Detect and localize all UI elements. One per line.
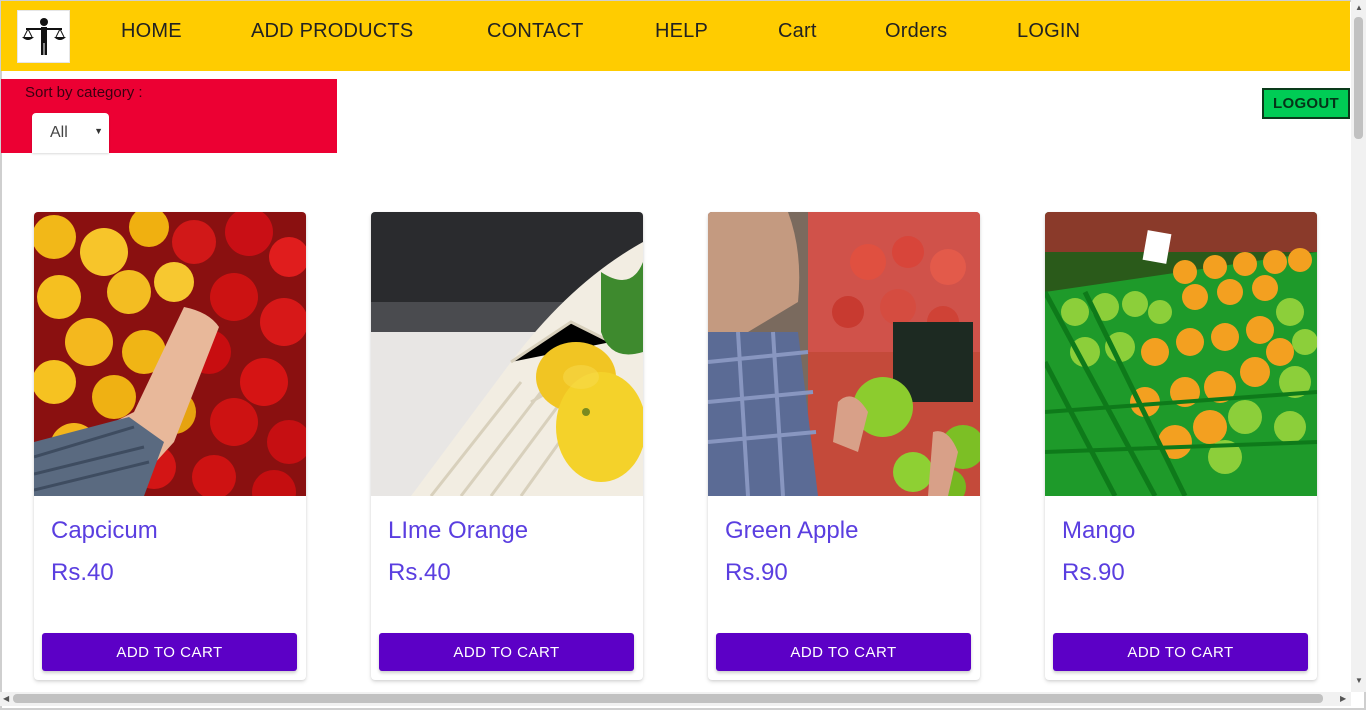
scroll-down-icon[interactable]: ▼ xyxy=(1355,676,1363,685)
scroll-right-icon[interactable]: ▶ xyxy=(1340,694,1346,703)
dropdown-caret-icon: ▼ xyxy=(94,126,103,136)
product-price: Rs.40 xyxy=(388,559,451,586)
product-name: Green Apple xyxy=(725,517,859,544)
add-to-cart-button[interactable]: ADD TO CART xyxy=(1053,633,1308,671)
nav-cart[interactable]: Cart xyxy=(778,20,817,43)
product-image-lime-orange xyxy=(371,212,643,496)
vertical-scrollbar[interactable]: ▲ ▼ xyxy=(1351,0,1366,692)
product-price: Rs.90 xyxy=(1062,559,1125,586)
nav-login[interactable]: LOGIN xyxy=(1017,20,1080,43)
category-selected-value: All xyxy=(50,124,68,141)
nav-help[interactable]: HELP xyxy=(655,20,708,43)
product-image-capsicum xyxy=(34,212,306,496)
product-name: LIme Orange xyxy=(388,517,529,544)
product-image-mango xyxy=(1045,212,1317,496)
top-navbar: HOME ADD PRODUCTS CONTACT HELP Cart Orde… xyxy=(1,1,1350,71)
product-card: LIme Orange Rs.40 ADD TO CART xyxy=(371,212,643,680)
category-select[interactable]: All ▼ xyxy=(32,113,109,153)
product-price: Rs.90 xyxy=(725,559,788,586)
product-name: Capcicum xyxy=(51,517,158,544)
horizontal-scroll-thumb[interactable] xyxy=(13,694,1323,703)
product-price: Rs.40 xyxy=(51,559,114,586)
logout-button[interactable]: LOGOUT xyxy=(1262,88,1350,119)
scroll-up-icon[interactable]: ▲ xyxy=(1355,3,1363,12)
product-card: Capcicum Rs.40 ADD TO CART xyxy=(34,212,306,680)
add-to-cart-button[interactable]: ADD TO CART xyxy=(379,633,634,671)
nav-contact[interactable]: CONTACT xyxy=(487,20,584,43)
horizontal-scrollbar[interactable]: ◀ ▶ xyxy=(0,692,1351,706)
nav-home[interactable]: HOME xyxy=(121,20,182,43)
nav-orders[interactable]: Orders xyxy=(885,20,947,43)
scale-person-logo-icon[interactable] xyxy=(17,10,70,63)
nav-add-products[interactable]: ADD PRODUCTS xyxy=(251,20,413,43)
add-to-cart-button[interactable]: ADD TO CART xyxy=(42,633,297,671)
vertical-scroll-thumb[interactable] xyxy=(1354,17,1363,139)
product-card: Green Apple Rs.90 ADD TO CART xyxy=(708,212,980,680)
product-name: Mango xyxy=(1062,517,1136,544)
product-card: Mango Rs.90 ADD TO CART xyxy=(1045,212,1317,680)
scroll-left-icon[interactable]: ◀ xyxy=(3,694,9,703)
add-to-cart-button[interactable]: ADD TO CART xyxy=(716,633,971,671)
product-image-green-apple xyxy=(708,212,980,496)
category-label: Sort by category : xyxy=(25,84,143,101)
